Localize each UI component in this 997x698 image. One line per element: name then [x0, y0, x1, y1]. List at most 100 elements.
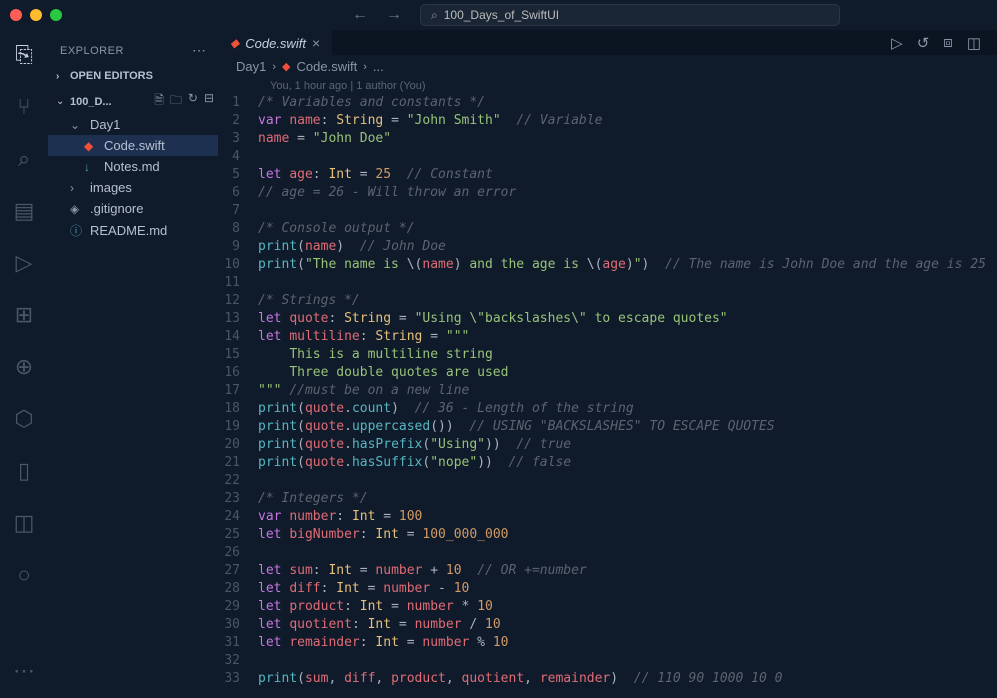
- maximize-window-button[interactable]: [50, 9, 62, 21]
- device-icon[interactable]: ▯: [18, 458, 30, 484]
- new-folder-icon[interactable]: 🗀: [170, 91, 182, 112]
- code-line[interactable]: 31let remainder: Int = number % 10: [218, 634, 997, 652]
- code-line[interactable]: 3name = "John Doe": [218, 130, 997, 148]
- code-line[interactable]: 15 This is a multiline string: [218, 346, 997, 364]
- history-icon[interactable]: ↺: [917, 34, 930, 52]
- docker-icon[interactable]: ◫: [14, 510, 35, 536]
- refresh-icon[interactable]: ↻: [188, 91, 198, 112]
- code-content[interactable]: print(quote.hasSuffix("nope")) // false: [258, 454, 997, 472]
- code-line[interactable]: 4: [218, 148, 997, 166]
- code-line[interactable]: 2var name: String = "John Smith" // Vari…: [218, 112, 997, 130]
- code-line[interactable]: 21print(quote.hasSuffix("nope")) // fals…: [218, 454, 997, 472]
- code-content[interactable]: let remainder: Int = number % 10: [258, 634, 997, 652]
- close-tab-icon[interactable]: ×: [312, 35, 320, 51]
- code-line[interactable]: 7: [218, 202, 997, 220]
- code-content[interactable]: /* Console output */: [258, 220, 997, 238]
- code-content[interactable]: name = "John Doe": [258, 130, 997, 148]
- new-file-icon[interactable]: 🗎: [154, 91, 164, 112]
- code-content[interactable]: Three double quotes are used: [258, 364, 997, 382]
- more-icon[interactable]: ⋯: [13, 658, 35, 684]
- code-content[interactable]: print(sum, diff, product, quotient, rema…: [258, 670, 997, 688]
- code-content[interactable]: """ //must be on a new line: [258, 382, 997, 400]
- code-content[interactable]: // age = 26 - Will throw an error: [258, 184, 997, 202]
- code-line[interactable]: 14let multiline: String = """: [218, 328, 997, 346]
- breadcrumb-part[interactable]: Day1: [236, 59, 266, 74]
- run-icon[interactable]: ▷: [891, 34, 903, 52]
- minimize-window-button[interactable]: [30, 9, 42, 21]
- code-content[interactable]: let age: Int = 25 // Constant: [258, 166, 997, 184]
- code-content[interactable]: print(quote.hasPrefix("Using")) // true: [258, 436, 997, 454]
- code-line[interactable]: 32: [218, 652, 997, 670]
- code-content[interactable]: /* Integers */: [258, 490, 997, 508]
- breadcrumb-part[interactable]: Code.swift: [297, 59, 358, 74]
- run-debug-icon[interactable]: ▷: [16, 250, 33, 276]
- code-content[interactable]: /* Strings */: [258, 292, 997, 310]
- open-editors-section[interactable]: › OPEN EDITORS: [48, 67, 218, 85]
- code-content[interactable]: let multiline: String = """: [258, 328, 997, 346]
- tab-code-swift[interactable]: ◆ Code.swift ×: [218, 30, 332, 55]
- tree-item-readme-md[interactable]: ⓘREADME.md: [48, 219, 218, 242]
- source-control-icon[interactable]: ⑂: [17, 94, 30, 120]
- code-content[interactable]: let bigNumber: Int = 100_000_000: [258, 526, 997, 544]
- activity-icon[interactable]: ○: [17, 562, 30, 588]
- code-content[interactable]: let quotient: Int = number / 10: [258, 616, 997, 634]
- code-line[interactable]: 1/* Variables and constants */: [218, 94, 997, 112]
- package-icon[interactable]: ⬡: [14, 406, 33, 432]
- diff-icon[interactable]: ⧈: [943, 34, 953, 52]
- code-content[interactable]: let quote: String = "Using \"backslashes…: [258, 310, 997, 328]
- code-line[interactable]: 16 Three double quotes are used: [218, 364, 997, 382]
- code-line[interactable]: 11: [218, 274, 997, 292]
- tree-item-notes-md[interactable]: ↓Notes.md: [48, 156, 218, 177]
- code-line[interactable]: 22: [218, 472, 997, 490]
- code-line[interactable]: 33print(sum, diff, product, quotient, re…: [218, 670, 997, 688]
- search-activity-icon[interactable]: ⌕: [18, 146, 30, 172]
- code-content[interactable]: [258, 652, 997, 670]
- code-line[interactable]: 28let diff: Int = number - 10: [218, 580, 997, 598]
- extensions-icon[interactable]: ⊞: [15, 302, 33, 328]
- code-content[interactable]: print(quote.uppercased()) // USING "BACK…: [258, 418, 997, 436]
- code-line[interactable]: 20print(quote.hasPrefix("Using")) // tru…: [218, 436, 997, 454]
- code-line[interactable]: 19print(quote.uppercased()) // USING "BA…: [218, 418, 997, 436]
- code-line[interactable]: 13let quote: String = "Using \"backslash…: [218, 310, 997, 328]
- code-line[interactable]: 29let product: Int = number * 10: [218, 598, 997, 616]
- code-line[interactable]: 6// age = 26 - Will throw an error: [218, 184, 997, 202]
- breadcrumb-part[interactable]: ...: [373, 59, 384, 74]
- nav-back-icon[interactable]: ←: [352, 6, 368, 24]
- code-content[interactable]: This is a multiline string: [258, 346, 997, 364]
- workspace-root[interactable]: ⌄ 100_D... 🗎 🗀 ↻ ⊟: [48, 89, 218, 114]
- code-content[interactable]: print(quote.count) // 36 - Length of the…: [258, 400, 997, 418]
- tree-item-code-swift[interactable]: ◆Code.swift: [48, 135, 218, 156]
- code-editor[interactable]: 1/* Variables and constants */2var name:…: [218, 94, 997, 698]
- code-content[interactable]: let sum: Int = number + 10 // OR +=numbe…: [258, 562, 997, 580]
- code-content[interactable]: var number: Int = 100: [258, 508, 997, 526]
- nav-forward-icon[interactable]: →: [386, 6, 402, 24]
- tree-item-day1[interactable]: ⌄Day1: [48, 114, 218, 135]
- code-line[interactable]: 18print(quote.count) // 36 - Length of t…: [218, 400, 997, 418]
- split-icon[interactable]: ◫: [967, 34, 981, 52]
- code-content[interactable]: print(name) // John Doe: [258, 238, 997, 256]
- code-line[interactable]: 8/* Console output */: [218, 220, 997, 238]
- code-line[interactable]: 30let quotient: Int = number / 10: [218, 616, 997, 634]
- code-line[interactable]: 27let sum: Int = number + 10 // OR +=num…: [218, 562, 997, 580]
- command-center-input[interactable]: [444, 8, 829, 22]
- explorer-more-icon[interactable]: ⋯: [192, 42, 206, 59]
- explorer-icon[interactable]: ⎘: [15, 42, 33, 68]
- code-content[interactable]: let product: Int = number * 10: [258, 598, 997, 616]
- code-line[interactable]: 9print(name) // John Doe: [218, 238, 997, 256]
- code-line[interactable]: 24var number: Int = 100: [218, 508, 997, 526]
- code-content[interactable]: [258, 544, 997, 562]
- code-content[interactable]: print("The name is \(name) and the age i…: [258, 256, 997, 274]
- code-content[interactable]: [258, 148, 997, 166]
- tree-item-images[interactable]: ›images: [48, 177, 218, 198]
- code-line[interactable]: 10print("The name is \(name) and the age…: [218, 256, 997, 274]
- code-line[interactable]: 17""" //must be on a new line: [218, 382, 997, 400]
- code-content[interactable]: [258, 274, 997, 292]
- collapse-icon[interactable]: ⊟: [204, 91, 214, 112]
- code-content[interactable]: [258, 472, 997, 490]
- close-window-button[interactable]: [10, 9, 22, 21]
- command-center[interactable]: ⌕: [420, 4, 840, 26]
- tree-item--gitignore[interactable]: ◈.gitignore: [48, 198, 218, 219]
- code-content[interactable]: var name: String = "John Smith" // Varia…: [258, 112, 997, 130]
- code-line[interactable]: 23/* Integers */: [218, 490, 997, 508]
- remote-icon[interactable]: ▤: [14, 198, 35, 224]
